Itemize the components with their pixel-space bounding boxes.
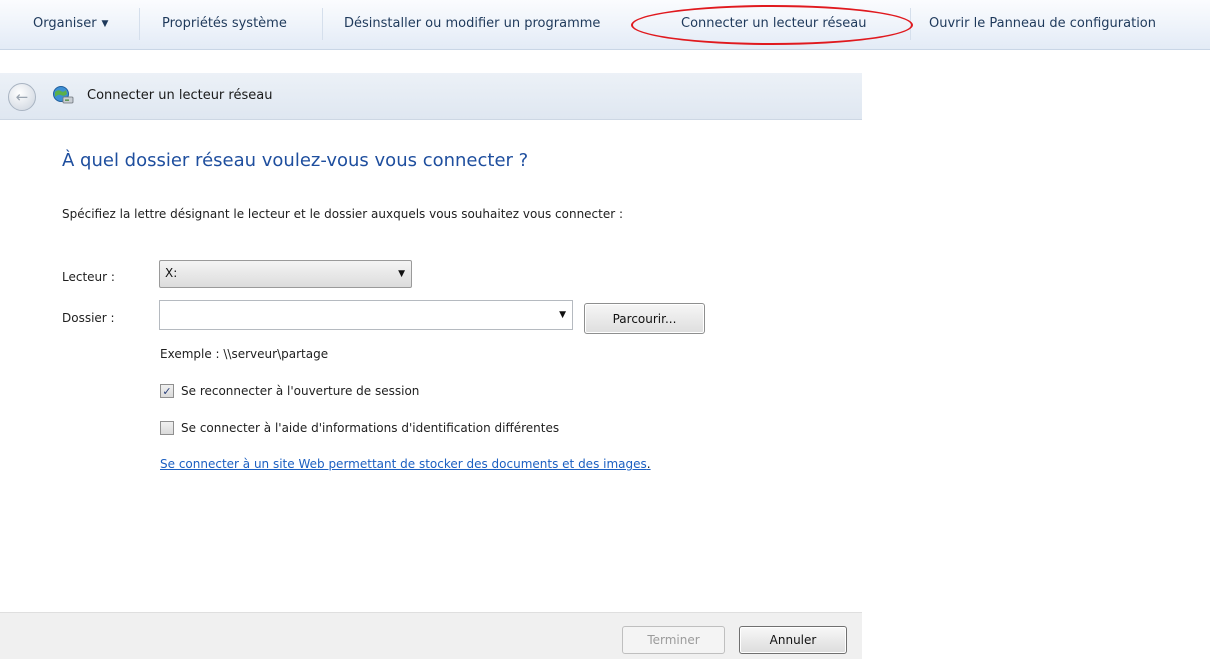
map-network-drive-button[interactable]: Connecter un lecteur réseau: [681, 16, 866, 31]
command-bar: Organiser ▼ Propriétés système Désinstall…: [0, 0, 1210, 50]
folder-input[interactable]: [164, 306, 534, 324]
system-properties-label: Propriétés système: [162, 16, 287, 31]
browse-button[interactable]: Parcourir...: [584, 303, 705, 334]
finish-button[interactable]: Terminer: [622, 626, 725, 654]
wizard-footer: Terminer Annuler: [0, 612, 862, 659]
chevron-down-icon: ▼: [101, 19, 109, 29]
chevron-down-icon: ▼: [398, 269, 405, 279]
folder-label: Dossier :: [62, 311, 115, 325]
map-network-drive-label: Connecter un lecteur réseau: [681, 16, 867, 31]
web-storage-link[interactable]: Se connecter à un site Web permettant de…: [160, 457, 647, 471]
uninstall-program-button[interactable]: Désinstaller ou modifier un programme: [344, 16, 629, 31]
uninstall-program-label: Désinstaller ou modifier un programme: [344, 16, 601, 31]
instruction-text: Spécifiez la lettre désignant le lecteur…: [62, 207, 624, 221]
back-button[interactable]: ←: [8, 83, 36, 111]
reconnect-checkbox[interactable]: ✓: [160, 384, 174, 398]
open-control-panel-button[interactable]: Ouvrir le Panneau de configuration: [929, 16, 1156, 31]
other-credentials-label: Se connecter à l'aide d'informations d'i…: [181, 421, 560, 435]
chevron-down-icon[interactable]: ▼: [559, 310, 566, 320]
page-heading: À quel dossier réseau voulez-vous vous c…: [62, 150, 529, 171]
system-properties-button[interactable]: Propriétés système: [162, 16, 287, 31]
other-credentials-checkbox-row[interactable]: Se connecter à l'aide d'informations d'i…: [160, 421, 559, 435]
reconnect-label: Se reconnecter à l'ouverture de session: [181, 384, 420, 398]
toolbar-divider: [322, 8, 323, 40]
drive-letter-select[interactable]: X: ▼: [159, 260, 412, 288]
organise-label: Organiser: [33, 16, 97, 31]
link-tail-text: .: [646, 457, 651, 471]
toolbar-divider: [910, 8, 911, 40]
checkmark-icon: ✓: [162, 384, 172, 398]
folder-combobox[interactable]: ▼: [159, 300, 573, 330]
other-credentials-checkbox[interactable]: [160, 421, 174, 435]
wizard-header: ← Connecter un lecteur réseau: [0, 73, 862, 120]
network-drive-icon: [53, 86, 74, 104]
web-storage-link-row: Se connecter à un site Web permettant de…: [160, 457, 651, 471]
reconnect-checkbox-row[interactable]: ✓ Se reconnecter à l'ouverture de sessio…: [160, 384, 419, 398]
organise-menu-button[interactable]: Organiser ▼: [33, 16, 108, 31]
drive-label: Lecteur :: [62, 270, 115, 284]
toolbar-divider: [139, 8, 140, 40]
back-arrow-icon: ←: [15, 88, 29, 106]
cancel-button[interactable]: Annuler: [739, 626, 847, 654]
drive-letter-value: X:: [165, 266, 178, 280]
wizard-title: Connecter un lecteur réseau: [87, 88, 273, 103]
example-path-text: Exemple : \\serveur\partage: [160, 347, 329, 361]
open-control-panel-label: Ouvrir le Panneau de configuration: [929, 16, 1156, 31]
